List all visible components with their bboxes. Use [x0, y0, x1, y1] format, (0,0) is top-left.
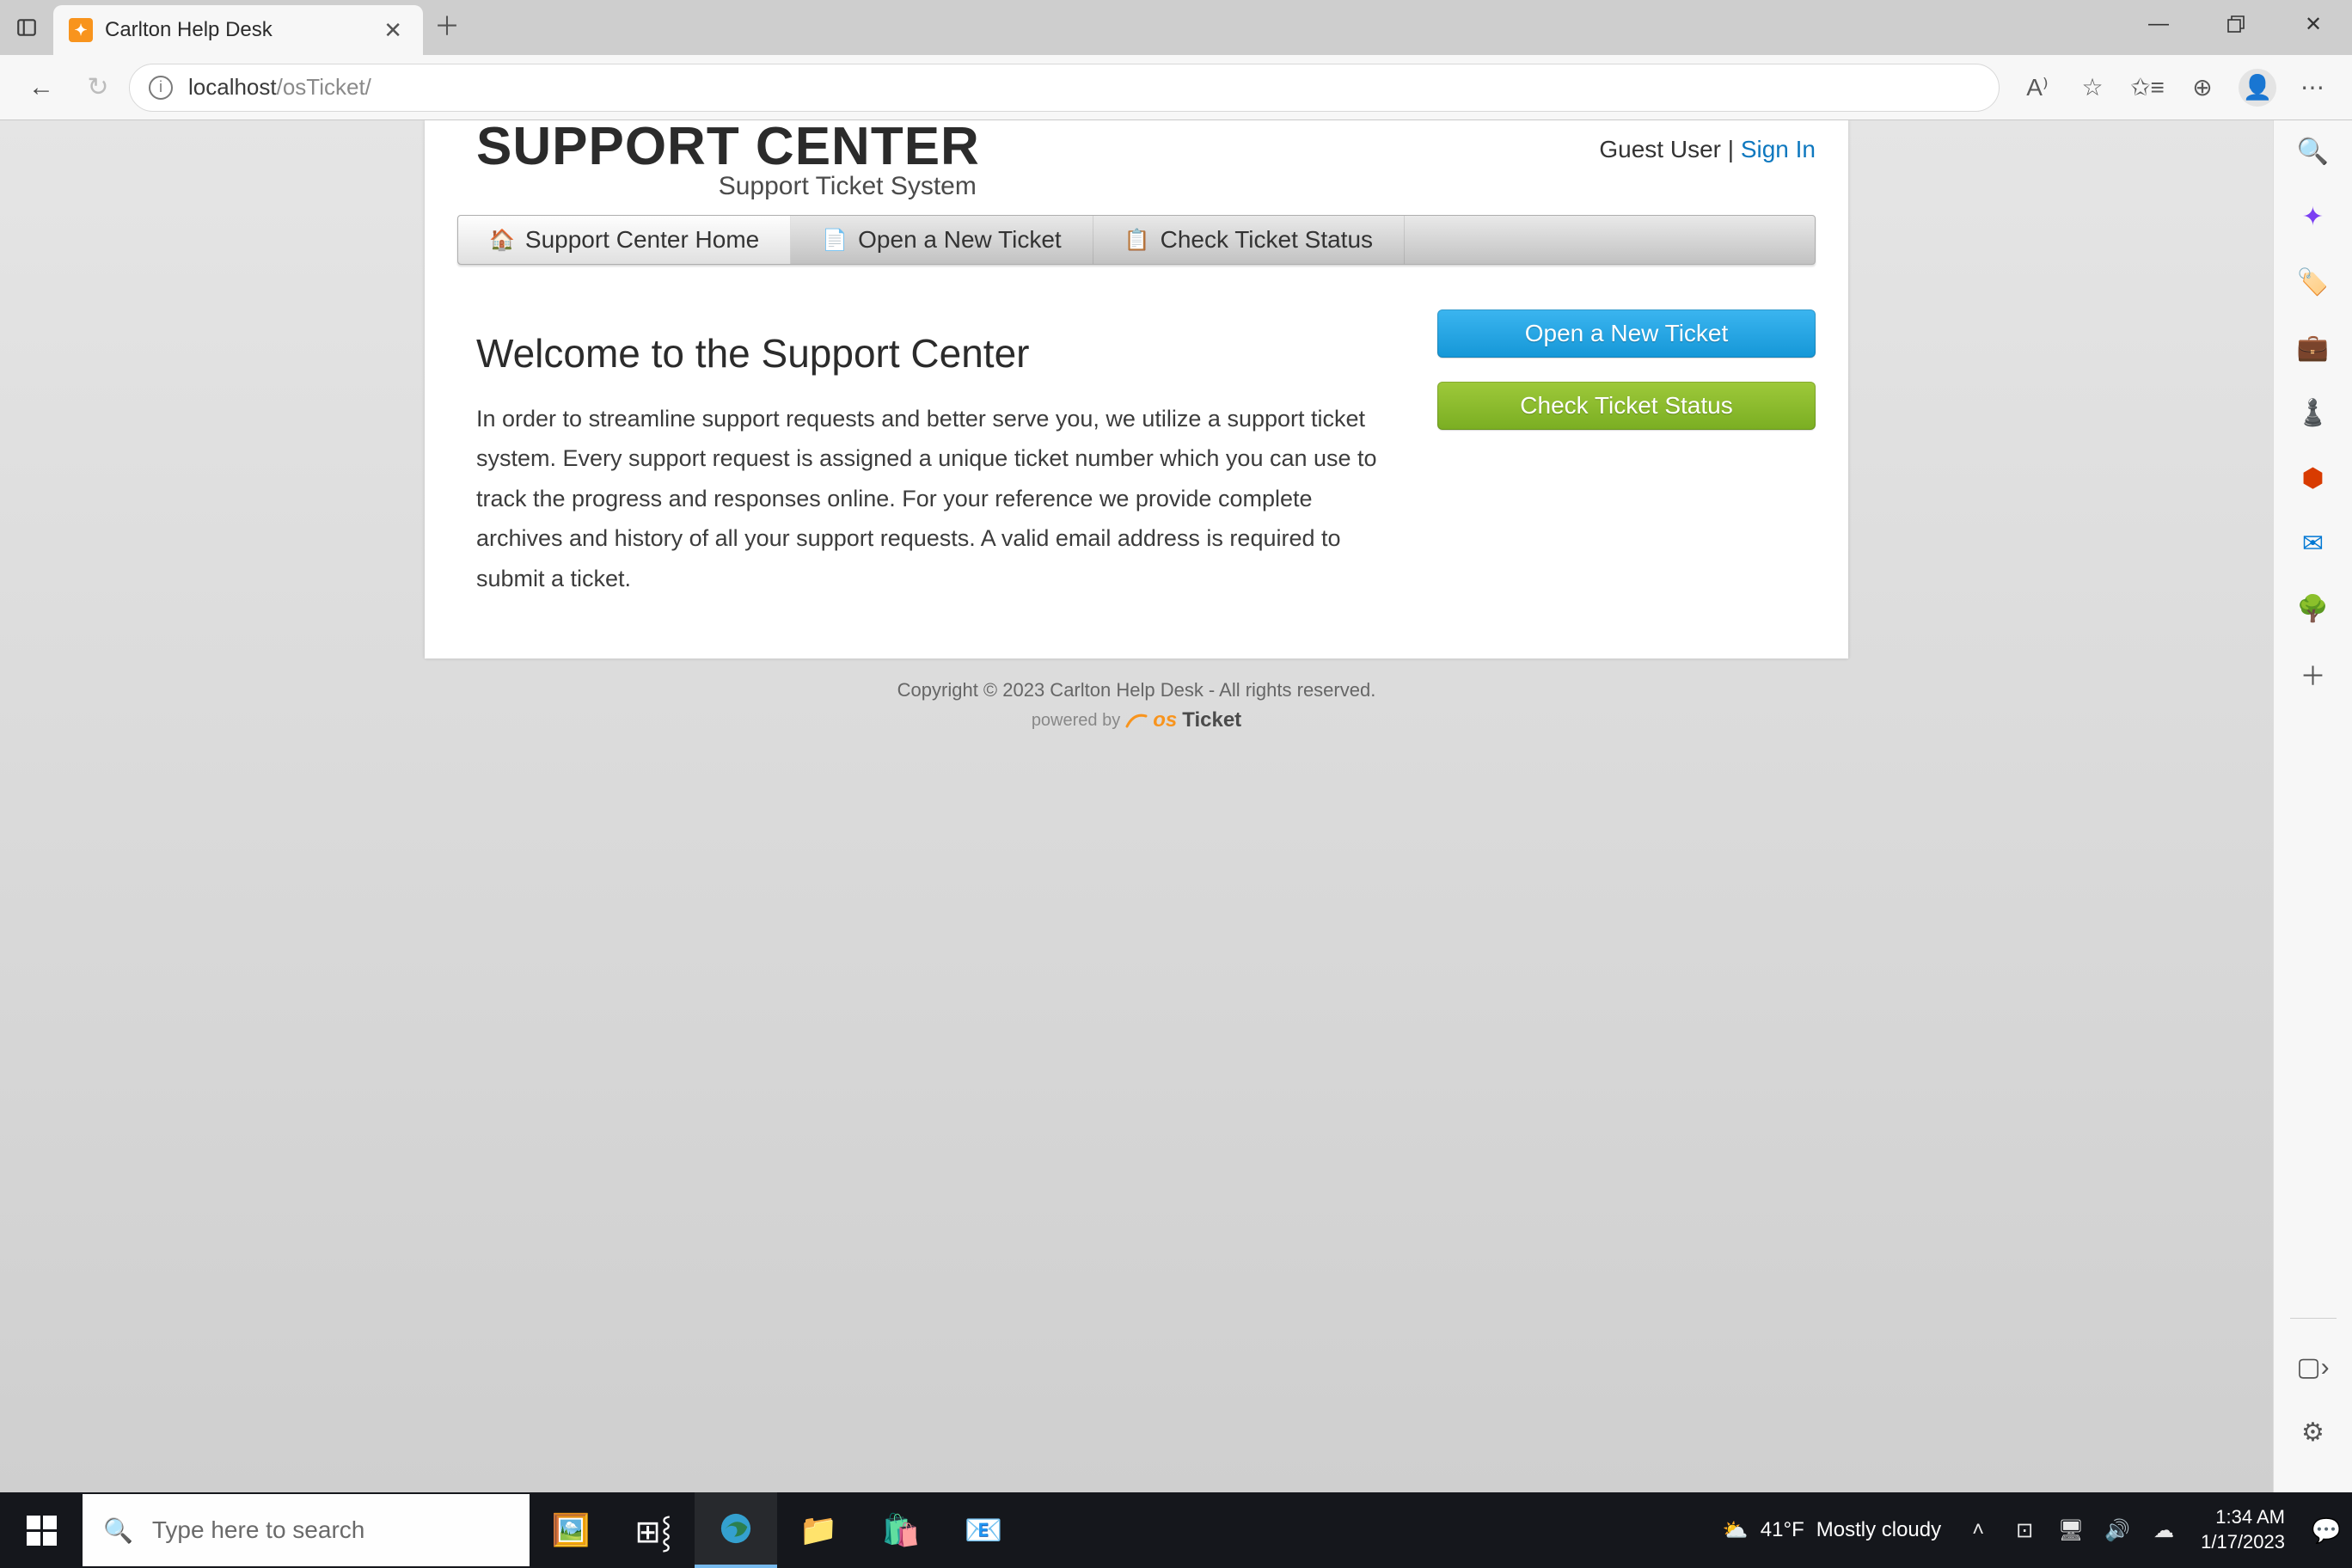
- taskbar-store-icon[interactable]: 🛍️: [860, 1492, 942, 1568]
- taskbar-explorer-icon[interactable]: 📁: [777, 1492, 860, 1568]
- tray-display-icon[interactable]: 🖥: [2049, 1492, 2092, 1568]
- user-block: Guest User | Sign In: [1599, 120, 1816, 201]
- nav-back-button[interactable]: ←: [15, 62, 67, 113]
- status-icon: 📋: [1124, 228, 1150, 253]
- weather-temp: 41°F: [1761, 1518, 1804, 1542]
- osticket-logo-icon: [1125, 711, 1148, 730]
- tray-overflow-icon[interactable]: ˄: [1957, 1492, 2000, 1568]
- guest-user-label: Guest User: [1599, 136, 1721, 162]
- browser-chrome: ✦ Carlton Help Desk ✕ ＋ ― ✕ ← ↻ i localh…: [0, 0, 2352, 120]
- tray-onedrive-icon[interactable]: ☁: [2142, 1492, 2185, 1568]
- tab-close-icon[interactable]: ✕: [375, 14, 411, 47]
- window-close-button[interactable]: ✕: [2275, 0, 2352, 48]
- edge-sidebar: 🔍 ✦ 🏷️ 💼 ♟️ ⬢ ✉ 🌳 ＋ ▢› ⚙: [2273, 120, 2352, 1492]
- weather-icon: ⛅: [1723, 1518, 1749, 1543]
- toolbar-right: A⁾ ☆ ✩≡ ⊕ 👤 ⋯: [2005, 64, 2337, 112]
- nav-home-label: Support Center Home: [525, 226, 759, 254]
- start-button[interactable]: [0, 1492, 83, 1568]
- system-tray: ˄ ⊡ 🖥 🔊 ☁: [1957, 1492, 2185, 1568]
- home-icon: 🏠: [489, 228, 515, 253]
- taskbar-widgets-icon[interactable]: 🖼️: [530, 1492, 612, 1568]
- nav-check-label: Check Ticket Status: [1161, 226, 1373, 254]
- browser-tab[interactable]: ✦ Carlton Help Desk ✕: [53, 5, 423, 55]
- page-title: Welcome to the Support Center: [476, 330, 1403, 377]
- favicon-icon: ✦: [69, 18, 93, 42]
- copyright-text: Copyright © 2023 Carlton Help Desk - All…: [0, 679, 2273, 701]
- sidebar-settings-icon[interactable]: ⚙: [2296, 1415, 2331, 1449]
- window-minimize-button[interactable]: ―: [2120, 0, 2197, 48]
- sidebar-office-icon[interactable]: ⬢: [2296, 461, 2331, 495]
- sidebar-add-icon[interactable]: ＋: [2296, 657, 2331, 691]
- tab-title: Carlton Help Desk: [105, 18, 363, 42]
- tray-meet-icon[interactable]: ⊡: [2003, 1492, 2046, 1568]
- sidebar-shopping-icon[interactable]: 🏷️: [2296, 265, 2331, 299]
- taskbar-clock[interactable]: 1:34 AM 1/17/2023: [2185, 1505, 2300, 1554]
- sign-in-link[interactable]: Sign In: [1741, 136, 1816, 162]
- clock-time: 1:34 AM: [2201, 1505, 2285, 1530]
- logo-subtitle: Support Ticket System: [476, 172, 980, 201]
- url-text: localhost/osTicket/: [188, 74, 371, 101]
- nav-home[interactable]: 🏠 Support Center Home: [458, 216, 791, 264]
- page-viewport: SUPPORT CENTER Support Ticket System Gue…: [0, 120, 2273, 1492]
- check-status-button[interactable]: Check Ticket Status: [1437, 382, 1816, 430]
- tray-volume-icon[interactable]: 🔊: [2096, 1492, 2139, 1568]
- powered-by[interactable]: powered by osTicket: [0, 701, 2273, 732]
- sidebar-games-icon[interactable]: ♟️: [2296, 395, 2331, 430]
- weather-desc: Mostly cloudy: [1816, 1518, 1941, 1542]
- action-center-icon[interactable]: 💬: [2300, 1492, 2352, 1568]
- logo-block: SUPPORT CENTER Support Ticket System: [476, 120, 980, 201]
- profile-button[interactable]: 👤: [2233, 64, 2282, 112]
- new-tab-button[interactable]: ＋: [423, 5, 471, 43]
- nav-open-ticket[interactable]: 📄 Open a New Ticket: [791, 216, 1093, 264]
- favorite-icon[interactable]: ☆: [2068, 64, 2116, 112]
- menu-icon[interactable]: ⋯: [2288, 64, 2337, 112]
- search-icon: 🔍: [103, 1516, 133, 1545]
- address-bar: ← ↻ i localhost/osTicket/ A⁾ ☆ ✩≡ ⊕ 👤 ⋯: [0, 55, 2352, 120]
- sidebar-tools-icon[interactable]: 💼: [2296, 330, 2331, 364]
- windows-taskbar: 🔍 Type here to search 🖼️ ⊞⸾ 📁 🛍️ 📧 ⛅ 41°…: [0, 1492, 2352, 1568]
- taskbar-mail-icon[interactable]: 📧: [942, 1492, 1025, 1568]
- taskbar-edge-icon[interactable]: [695, 1492, 777, 1568]
- nav-open-label: Open a New Ticket: [858, 226, 1062, 254]
- main-column: Welcome to the Support Center In order t…: [476, 304, 1403, 598]
- nav-refresh-button[interactable]: ↻: [72, 62, 124, 113]
- page-footer: Copyright © 2023 Carlton Help Desk - All…: [0, 658, 2273, 732]
- main-nav: 🏠 Support Center Home 📄 Open a New Ticke…: [457, 215, 1816, 265]
- window-maximize-button[interactable]: [2197, 0, 2275, 48]
- sidebar-discover-icon[interactable]: ✦: [2296, 199, 2331, 234]
- nav-check-status[interactable]: 📋 Check Ticket Status: [1093, 216, 1405, 264]
- logo-title: SUPPORT CENTER: [476, 120, 980, 174]
- sidebar-outlook-icon[interactable]: ✉: [2296, 526, 2331, 560]
- collections-icon[interactable]: ⊕: [2178, 64, 2226, 112]
- taskbar-search[interactable]: 🔍 Type here to search: [83, 1494, 530, 1566]
- taskbar-taskview-icon[interactable]: ⊞⸾: [612, 1492, 695, 1568]
- page-body: In order to streamline support requests …: [476, 399, 1387, 598]
- clock-date: 1/17/2023: [2201, 1530, 2285, 1555]
- action-column: Open a New Ticket Check Ticket Status: [1437, 304, 1816, 598]
- tab-actions-icon[interactable]: [0, 0, 53, 55]
- windows-logo-icon: [27, 1516, 57, 1546]
- search-placeholder: Type here to search: [152, 1516, 364, 1544]
- support-center-card: SUPPORT CENTER Support Ticket System Gue…: [425, 120, 1848, 658]
- sidebar-hide-icon[interactable]: ▢›: [2296, 1350, 2331, 1384]
- sidebar-drop-icon[interactable]: 🌳: [2296, 591, 2331, 626]
- open-ticket-button[interactable]: Open a New Ticket: [1437, 309, 1816, 358]
- favorites-list-icon[interactable]: ✩≡: [2123, 64, 2171, 112]
- read-aloud-icon[interactable]: A⁾: [2013, 64, 2061, 112]
- titlebar: ✦ Carlton Help Desk ✕ ＋ ― ✕: [0, 0, 2352, 55]
- site-info-icon[interactable]: i: [149, 76, 173, 100]
- url-field[interactable]: i localhost/osTicket/: [129, 64, 2000, 112]
- sidebar-search-icon[interactable]: 🔍: [2296, 134, 2331, 168]
- new-ticket-icon: 📄: [822, 228, 848, 253]
- taskbar-weather[interactable]: ⛅ 41°F Mostly cloudy: [1707, 1518, 1957, 1543]
